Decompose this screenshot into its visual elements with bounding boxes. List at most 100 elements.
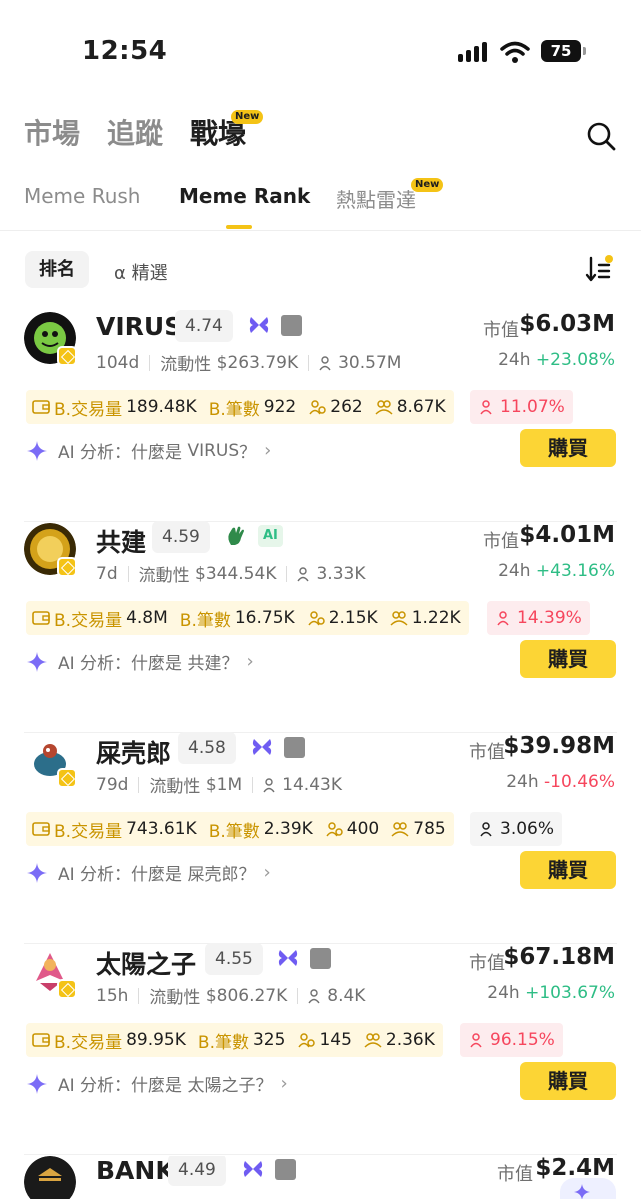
- ai-analysis-link[interactable]: AI 分析：什麼是 VIRUS？ ›: [26, 438, 271, 463]
- mcap-value: $67.18M: [503, 944, 615, 970]
- top-holder-share: 14.39%: [487, 601, 590, 635]
- smart-money-value: 145: [319, 1030, 352, 1050]
- liquidity-value: $263.79K: [216, 352, 299, 373]
- price-change: 24h +103.67%: [487, 983, 615, 1003]
- holders-icon: [308, 988, 320, 1003]
- percent-icon: [281, 315, 302, 336]
- filter-rank[interactable]: 排名: [25, 251, 89, 288]
- tab-market[interactable]: 市場: [24, 112, 80, 152]
- holders-value: 8.4K: [327, 985, 366, 1006]
- liquidity-label: 流動性: [138, 566, 190, 586]
- token-score: 4.74: [175, 310, 233, 342]
- tab-meme-rank[interactable]: Meme Rank: [179, 184, 310, 208]
- buy-button[interactable]: 購買: [520, 640, 616, 678]
- wallet-icon: [32, 611, 50, 625]
- token-avatar: [24, 1156, 76, 1199]
- token-meta: 79d 流動性 $1M 14.43K: [96, 772, 342, 798]
- filter-featured[interactable]: α 精選: [114, 259, 168, 285]
- liquidity-value: $1M: [205, 774, 243, 795]
- liquidity-label: 流動性: [160, 355, 212, 375]
- trade-stats: B.交易量 4.8M B.筆數 16.75K 2.15K 1.22K: [26, 601, 469, 635]
- token-age: 7d: [96, 563, 118, 584]
- mcap-label: 市值: [469, 953, 505, 974]
- change-value: +43.16%: [535, 561, 615, 581]
- token-meta: 7d 流動性 $344.54K 3.33K: [96, 561, 365, 587]
- token-age: 79d: [96, 774, 129, 795]
- mcap-label: 市值: [497, 1164, 533, 1185]
- kol-value: 1.22K: [411, 608, 461, 628]
- mcap-value: $6.03M: [519, 311, 615, 337]
- ai-token-name: 太陽之子: [187, 1076, 256, 1096]
- liquidity-label: 流動性: [149, 988, 201, 1008]
- top-holder-value: 11.07%: [500, 397, 565, 417]
- buy-button[interactable]: 購買: [520, 1062, 616, 1100]
- change-value: +103.67%: [525, 983, 615, 1003]
- ai-sparkle-icon: [27, 1073, 47, 1094]
- token-score: 4.58: [178, 732, 236, 764]
- holders-icon: [263, 777, 275, 792]
- holder-icon: [480, 822, 492, 837]
- butterfly-icon: [249, 317, 269, 333]
- buy-button[interactable]: 購買: [520, 851, 616, 889]
- price-change: 24h +23.08%: [498, 350, 615, 370]
- change-value: +23.08%: [535, 350, 615, 370]
- ai-assistant-button[interactable]: [560, 1178, 616, 1199]
- cellular-signal-icon: [458, 42, 492, 62]
- b-trades-value: 2.39K: [263, 819, 313, 839]
- wallet-icon: [32, 400, 50, 414]
- wifi-icon: [500, 41, 530, 63]
- token-name: 太陽之子: [96, 950, 197, 979]
- ai-token-name: 共建: [187, 654, 222, 674]
- battery-icon: 75: [541, 40, 586, 62]
- kol-icon: [391, 822, 409, 837]
- kol-value: 8.67K: [396, 397, 446, 417]
- token-row[interactable]: 屎壳郎 4.58 市值 $39.98M 79d 流動性 $1M 14.43K 2…: [0, 732, 641, 944]
- search-icon[interactable]: [585, 120, 617, 152]
- token-name: BANK: [96, 1156, 175, 1185]
- token-name: 屎壳郎: [96, 739, 172, 768]
- tab-hot-radar[interactable]: 熱點雷達: [336, 184, 416, 213]
- smart-money-icon: [308, 611, 325, 626]
- smart-money-icon: [326, 822, 343, 837]
- mcap-value: $4.01M: [519, 522, 615, 548]
- hand-wave-icon: [228, 526, 244, 545]
- tab-following[interactable]: 追蹤: [107, 112, 163, 152]
- chain-badge-icon: [57, 979, 77, 999]
- tab-meme-rush[interactable]: Meme Rush: [24, 184, 140, 208]
- buy-button[interactable]: 購買: [520, 429, 616, 467]
- trade-stats: B.交易量 189.48K B.筆數 922 262 8.67K: [26, 390, 454, 424]
- chevron-right-icon: ›: [280, 1073, 288, 1094]
- top-holder-value: 14.39%: [517, 608, 582, 628]
- chevron-right-icon: ›: [263, 862, 271, 883]
- status-bar: 12:54 75: [0, 0, 641, 100]
- holder-icon: [470, 1033, 482, 1048]
- token-name: VIRUS: [96, 312, 183, 341]
- ai-token-name: 屎壳郎: [187, 865, 239, 885]
- token-row[interactable]: VIRUS 4.74 市值 $6.03M 104d 流動性 $263.79K 3…: [0, 310, 641, 522]
- top-holder-value: 3.06%: [500, 819, 555, 839]
- ai-analysis-link[interactable]: AI 分析：什麼是 共建？ ›: [26, 649, 254, 674]
- trade-stats: B.交易量 743.61K B.筆數 2.39K 400 785: [26, 812, 454, 846]
- percent-icon: [310, 948, 331, 969]
- chain-badge-icon: [57, 557, 77, 577]
- b-volume-value: 89.95K: [126, 1030, 186, 1050]
- chain-badge-icon: [57, 346, 77, 366]
- liquidity-label: 流動性: [149, 777, 201, 797]
- sub-tabs: Meme Rush Meme Rank 熱點雷達 New: [24, 178, 624, 230]
- mcap-label: 市值: [469, 742, 505, 763]
- token-score: 4.55: [205, 943, 263, 975]
- token-score: 4.59: [152, 521, 210, 553]
- holders-icon: [297, 566, 310, 581]
- token-row[interactable]: 太陽之子 4.55 市值 $67.18M 15h 流動性 $806.27K 8.…: [0, 943, 641, 1155]
- token-row[interactable]: BANK 4.49 市值 $2.4M: [0, 1156, 641, 1199]
- wallet-icon: [32, 822, 50, 836]
- new-badge: New: [411, 178, 444, 192]
- ai-analysis-link[interactable]: AI 分析：什麼是 太陽之子？ ›: [26, 1071, 288, 1096]
- token-row[interactable]: 共建 4.59 AI 市值 $4.01M 7d 流動性 $344.54K 3.3…: [0, 521, 641, 733]
- mcap-label: 市值: [483, 531, 519, 552]
- kol-icon: [364, 1033, 382, 1048]
- ai-analysis-link[interactable]: AI 分析：什麼是 屎壳郎？ ›: [26, 860, 271, 885]
- chevron-right-icon: ›: [264, 440, 272, 461]
- wallet-icon: [32, 1033, 50, 1047]
- sort-icon[interactable]: [585, 254, 615, 284]
